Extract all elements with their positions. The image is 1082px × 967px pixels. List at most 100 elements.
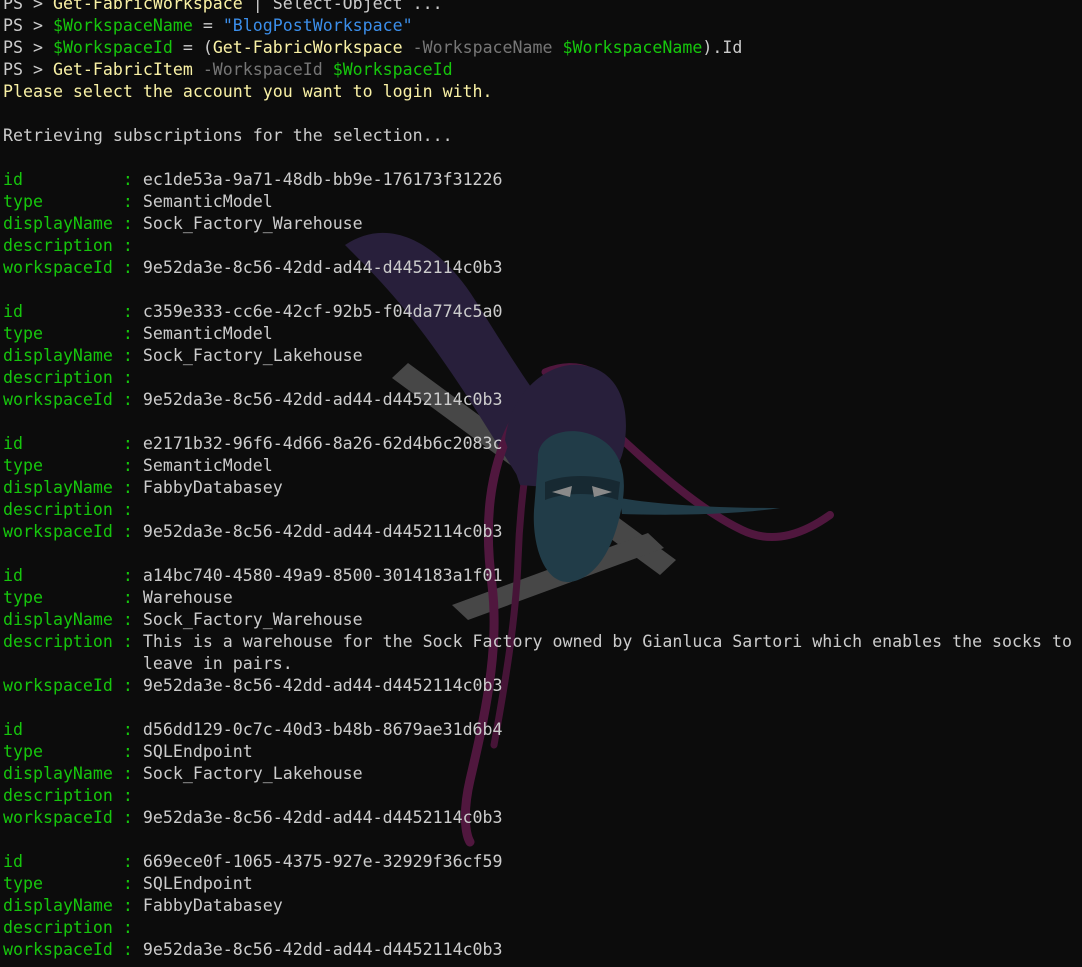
- item-field-type: type : SemanticModel: [3, 191, 1082, 213]
- terminal-output[interactable]: PS > Get-FabricWorkspace | Select-Object…: [3, 0, 1082, 967]
- header-line: [3, 147, 1082, 169]
- item-field-id: id : 669ece0f-1065-4375-927e-32929f36cf5…: [3, 851, 1082, 873]
- item-field-workspaceId: workspaceId : 9e52da3e-8c56-42dd-ad44-d4…: [3, 257, 1082, 279]
- field-value-id: ec1de53a-9a71-48db-bb9e-176173f31226: [142, 170, 503, 189]
- header-line: [3, 103, 1082, 125]
- item-field-description: description :: [3, 499, 1082, 521]
- field-value-type: SemanticModel: [142, 456, 273, 475]
- field-value-displayName: Sock_Factory_Lakehouse: [142, 346, 363, 365]
- terminal-window[interactable]: PS > Get-FabricWorkspace | Select-Object…: [0, 0, 1082, 967]
- item-field-description: description :: [3, 367, 1082, 389]
- item-field-type: type : SemanticModel: [3, 323, 1082, 345]
- header-segment: ).Id: [702, 38, 743, 57]
- field-value-workspaceId: 9e52da3e-8c56-42dd-ad44-d4452114c0b3: [142, 676, 503, 695]
- field-key-type: type :: [3, 588, 143, 607]
- header-segment: $WorkspaceId: [332, 60, 453, 79]
- item-field-workspaceId: workspaceId : 9e52da3e-8c56-42dd-ad44-d4…: [3, 521, 1082, 543]
- header-line: PS > $WorkspaceId = (Get-FabricWorkspace…: [3, 37, 1082, 59]
- field-value-type: SemanticModel: [142, 324, 273, 343]
- header-segment: PS >: [3, 38, 53, 57]
- item-field-workspaceId: workspaceId : 9e52da3e-8c56-42dd-ad44-d4…: [3, 939, 1082, 961]
- field-value-id: a14bc740-4580-49a9-8500-3014183a1f01: [142, 566, 503, 585]
- item-field-id: id : d56dd129-0c7c-40d3-b48b-8679ae31d6b…: [3, 719, 1082, 741]
- item-field-workspaceId: workspaceId : 9e52da3e-8c56-42dd-ad44-d4…: [3, 807, 1082, 829]
- field-value-workspaceId: 9e52da3e-8c56-42dd-ad44-d4452114c0b3: [142, 940, 503, 959]
- field-value-workspaceId: 9e52da3e-8c56-42dd-ad44-d4452114c0b3: [142, 390, 503, 409]
- item-field-description: description :: [3, 235, 1082, 257]
- item-field-type: type : Warehouse: [3, 587, 1082, 609]
- item-field-displayName: displayName : FabbyDatabasey: [3, 895, 1082, 917]
- item-field-type: type : SQLEndpoint: [3, 873, 1082, 895]
- header-line: Please select the account you want to lo…: [3, 81, 1082, 103]
- field-key-id: id :: [3, 852, 143, 871]
- field-value-id: d56dd129-0c7c-40d3-b48b-8679ae31d6b4: [142, 720, 503, 739]
- header-segment: Get-FabricItem: [52, 60, 193, 79]
- field-key-displayName: displayName :: [3, 896, 143, 915]
- field-key-displayName: displayName :: [3, 214, 143, 233]
- item-field-id: id : a14bc740-4580-49a9-8500-3014183a1f0…: [3, 565, 1082, 587]
- field-key-workspaceId: workspaceId :: [3, 676, 143, 695]
- header-segment: =: [192, 16, 223, 35]
- field-key-workspaceId: workspaceId :: [3, 258, 143, 277]
- header-segment: -WorkspaceName: [402, 38, 563, 57]
- field-key-description: description :: [3, 368, 143, 387]
- item-field-description: leave in pairs.: [3, 653, 1082, 675]
- field-key-description: description :: [3, 786, 143, 805]
- field-key-type: type :: [3, 324, 143, 343]
- field-key-displayName: displayName :: [3, 346, 143, 365]
- field-value-description: leave in pairs.: [142, 654, 293, 673]
- field-key-workspaceId: workspaceId :: [3, 522, 143, 541]
- item-field-displayName: displayName : Sock_Factory_Lakehouse: [3, 345, 1082, 367]
- header-segment: "BlogPostWorkspace": [222, 16, 413, 35]
- item-field-workspaceId: workspaceId : 9e52da3e-8c56-42dd-ad44-d4…: [3, 389, 1082, 411]
- field-indent: [3, 654, 143, 673]
- item-field-displayName: displayName : Sock_Factory_Warehouse: [3, 213, 1082, 235]
- field-key-description: description :: [3, 500, 143, 519]
- field-value-type: SQLEndpoint: [142, 874, 253, 893]
- field-key-id: id :: [3, 170, 143, 189]
- header-segment: PS >: [3, 16, 53, 35]
- field-value-type: Warehouse: [142, 588, 233, 607]
- header-segment: PS >: [3, 60, 53, 79]
- field-key-id: id :: [3, 302, 143, 321]
- field-key-description: description :: [3, 236, 143, 255]
- header-segment: $WorkspaceId: [52, 38, 173, 57]
- field-key-displayName: displayName :: [3, 478, 143, 497]
- field-key-type: type :: [3, 874, 143, 893]
- field-key-type: type :: [3, 456, 143, 475]
- item-field-type: type : SemanticModel: [3, 455, 1082, 477]
- field-value-id: c359e333-cc6e-42cf-92b5-f04da774c5a0: [142, 302, 503, 321]
- field-value-description: This is a warehouse for the Sock Factory…: [142, 632, 1072, 651]
- field-key-id: id :: [3, 434, 143, 453]
- header-segment: Get-FabricWorkspace: [212, 38, 403, 57]
- field-key-workspaceId: workspaceId :: [3, 940, 143, 959]
- field-key-workspaceId: workspaceId :: [3, 390, 143, 409]
- field-key-type: type :: [3, 742, 143, 761]
- item-field-displayName: displayName : Sock_Factory_Warehouse: [3, 609, 1082, 631]
- header-segment: | Select-Object ...: [242, 0, 443, 13]
- field-value-displayName: Sock_Factory_Lakehouse: [142, 764, 363, 783]
- field-key-displayName: displayName :: [3, 610, 143, 629]
- item-field-displayName: displayName : Sock_Factory_Lakehouse: [3, 763, 1082, 785]
- field-key-id: id :: [3, 720, 143, 739]
- field-value-workspaceId: 9e52da3e-8c56-42dd-ad44-d4452114c0b3: [142, 808, 503, 827]
- field-value-type: SemanticModel: [142, 192, 273, 211]
- item-field-displayName: displayName : FabbyDatabasey: [3, 477, 1082, 499]
- field-value-workspaceId: 9e52da3e-8c56-42dd-ad44-d4452114c0b3: [142, 258, 503, 277]
- header-segment: Retrieving subscriptions for the selecti…: [3, 126, 453, 145]
- item-field-workspaceId: workspaceId : 9e52da3e-8c56-42dd-ad44-d4…: [3, 675, 1082, 697]
- item-field-description: description :: [3, 917, 1082, 939]
- header-segment: Get-FabricWorkspace: [52, 0, 243, 13]
- header-segment: $WorkspaceName: [562, 38, 703, 57]
- field-key-displayName: displayName :: [3, 764, 143, 783]
- header-line: PS > Get-FabricItem -WorkspaceId $Worksp…: [3, 59, 1082, 81]
- item-field-id: id : e2171b32-96f6-4d66-8a26-62d4b6c2083…: [3, 433, 1082, 455]
- field-key-type: type :: [3, 192, 143, 211]
- header-line: Retrieving subscriptions for the selecti…: [3, 125, 1082, 147]
- header-segment: = (: [172, 38, 213, 57]
